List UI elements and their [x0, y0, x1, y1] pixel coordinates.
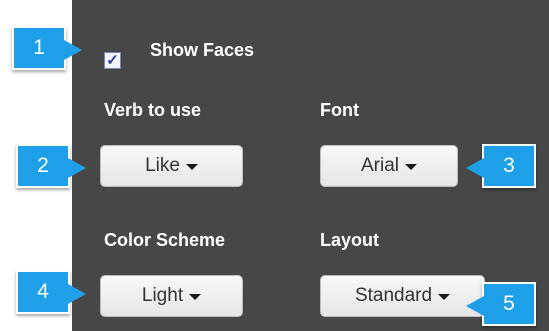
caret-down-icon — [405, 164, 417, 170]
verb-dropdown[interactable]: Like — [100, 145, 243, 187]
callout-2: 2 — [16, 144, 86, 188]
font-label: Font — [320, 100, 359, 120]
font-value: Arial — [360, 155, 399, 176]
font-dropdown[interactable]: Arial — [320, 145, 458, 187]
callout-3: 3 — [466, 144, 536, 188]
caret-down-icon — [438, 294, 451, 300]
layout-label: Layout — [320, 230, 380, 250]
callout-1: 1 — [12, 26, 82, 70]
checkmark-icon: ✓ — [106, 52, 119, 69]
layout-dropdown[interactable]: Standard — [320, 275, 485, 317]
show-faces-checkbox[interactable]: ✓ — [104, 52, 121, 69]
caret-down-icon — [189, 294, 202, 300]
caret-down-icon — [185, 164, 198, 170]
show-faces-label: Show Faces — [150, 40, 255, 60]
verb-value: Like — [145, 155, 180, 176]
color-scheme-value: Light — [141, 285, 184, 306]
verb-label: Verb to use — [104, 100, 202, 120]
color-scheme-dropdown[interactable]: Light — [100, 275, 243, 317]
layout-value: Standard — [354, 285, 433, 306]
callout-4: 4 — [16, 270, 86, 314]
callout-5: 5 — [466, 282, 536, 326]
color-scheme-label: Color Scheme — [104, 230, 226, 250]
